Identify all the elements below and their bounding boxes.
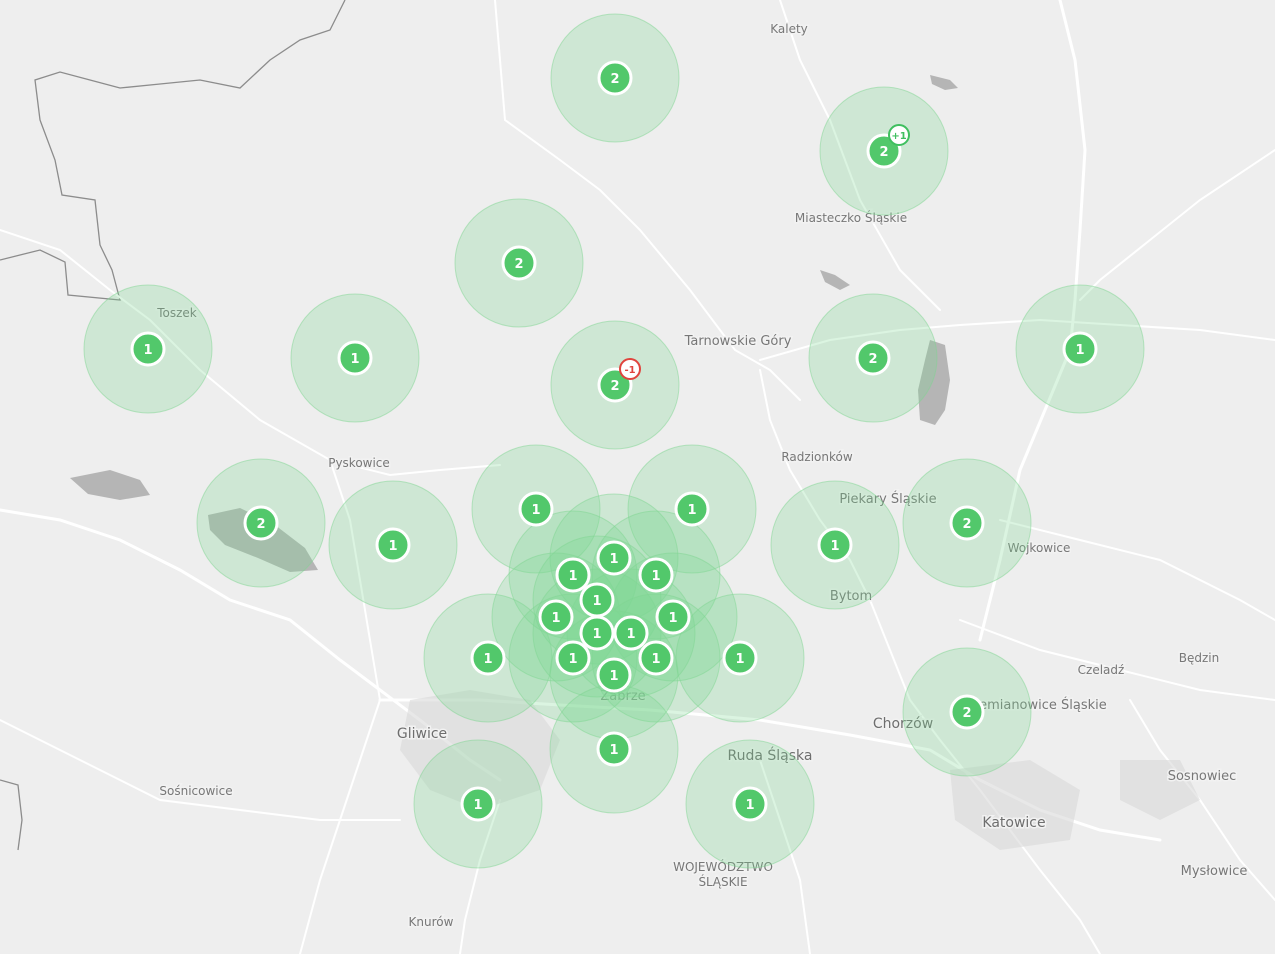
cluster-count: 1 bbox=[531, 503, 540, 518]
cluster-count: 2 bbox=[962, 517, 971, 532]
cluster-count: 1 bbox=[609, 552, 618, 567]
cluster-marker-c25[interactable]: 1 bbox=[638, 640, 674, 676]
place-label-wojewodztwo-2: ŚLĄSKIE bbox=[698, 874, 747, 889]
cluster-count: 1 bbox=[143, 343, 152, 358]
cluster-marker-c27[interactable]: 1 bbox=[596, 657, 632, 693]
place-label-knurow: Knurów bbox=[409, 915, 454, 929]
place-label-kalety: Kalety bbox=[770, 22, 808, 36]
cluster-marker-c08[interactable]: 1 bbox=[1062, 331, 1098, 367]
cluster-count: 1 bbox=[1075, 343, 1084, 358]
cluster-marker-c28[interactable]: 2 bbox=[949, 694, 985, 730]
cluster-count: 1 bbox=[830, 539, 839, 554]
cluster-count: 1 bbox=[568, 569, 577, 584]
cluster-marker-c20[interactable]: 1 bbox=[655, 599, 691, 635]
cluster-count: 1 bbox=[651, 569, 660, 584]
cluster-count: 2 bbox=[868, 352, 877, 367]
cluster-marker-c31[interactable]: 1 bbox=[732, 786, 768, 822]
cluster-marker-c26[interactable]: 1 bbox=[722, 640, 758, 676]
cluster-count: 1 bbox=[735, 652, 744, 667]
cluster-marker-c07[interactable]: 2 bbox=[855, 340, 891, 376]
cluster-marker-c22[interactable]: 1 bbox=[613, 615, 649, 651]
cluster-marker-c03[interactable]: 2 bbox=[501, 245, 537, 281]
cluster-count: 1 bbox=[626, 627, 635, 642]
cluster-count: 1 bbox=[592, 627, 601, 642]
place-label-myslowice: Mysłowice bbox=[1181, 864, 1248, 879]
cluster-marker-c16[interactable]: 1 bbox=[555, 557, 591, 593]
cluster-marker-c01[interactable]: 2 bbox=[597, 60, 633, 96]
cluster-count: 1 bbox=[687, 503, 696, 518]
cluster-change-badge-text: -1 bbox=[624, 365, 635, 376]
cluster-count: 1 bbox=[668, 611, 677, 626]
cluster-count: 2 bbox=[610, 72, 619, 87]
cluster-count: 1 bbox=[592, 594, 601, 609]
place-label-bedzin: Będzin bbox=[1179, 651, 1219, 665]
cluster-count: 2 bbox=[610, 379, 619, 394]
place-label-pyskowice: Pyskowice bbox=[328, 456, 390, 470]
place-label-gliwice: Gliwice bbox=[397, 726, 447, 742]
cluster-marker-c10[interactable]: 1 bbox=[375, 527, 411, 563]
cluster-marker-c21[interactable]: 1 bbox=[579, 615, 615, 651]
cluster-marker-c18[interactable]: 1 bbox=[579, 582, 615, 618]
cluster-marker-c15[interactable]: 1 bbox=[817, 527, 853, 563]
cluster-count: 1 bbox=[568, 652, 577, 667]
cluster-count: 2 bbox=[962, 706, 971, 721]
cluster-count: 2 bbox=[879, 145, 888, 160]
cluster-count: 1 bbox=[551, 611, 560, 626]
cluster-count: 1 bbox=[350, 352, 359, 367]
cluster-marker-c12[interactable]: 1 bbox=[674, 491, 710, 527]
map[interactable]: KaletyMiasteczko ŚląskieToszekTarnowskie… bbox=[0, 0, 1275, 954]
place-label-czeladz: Czeladź bbox=[1078, 663, 1125, 677]
cluster-count: 2 bbox=[514, 257, 523, 272]
place-label-tarnowskie-gory: Tarnowskie Góry bbox=[684, 334, 792, 349]
cluster-marker-c29[interactable]: 1 bbox=[596, 731, 632, 767]
cluster-count: 1 bbox=[609, 743, 618, 758]
cluster-marker-c09[interactable]: 2 bbox=[243, 505, 279, 541]
place-label-sosnicowice: Sośnicowice bbox=[159, 784, 232, 798]
cluster-count: 1 bbox=[473, 798, 482, 813]
cluster-count: 1 bbox=[745, 798, 754, 813]
cluster-marker-c04[interactable]: 1 bbox=[130, 331, 166, 367]
cluster-marker-c30[interactable]: 1 bbox=[460, 786, 496, 822]
cluster-count: 1 bbox=[388, 539, 397, 554]
cluster-count: 1 bbox=[609, 669, 618, 684]
cluster-marker-c11[interactable]: 1 bbox=[518, 491, 554, 527]
cluster-marker-c13[interactable]: 1 bbox=[596, 540, 632, 576]
cluster-count: 1 bbox=[483, 652, 492, 667]
cluster-count: 2 bbox=[256, 517, 265, 532]
cluster-marker-c23[interactable]: 1 bbox=[470, 640, 506, 676]
place-label-radzionkow: Radzionków bbox=[781, 450, 852, 464]
cluster-marker-c19[interactable]: 1 bbox=[538, 599, 574, 635]
cluster-count: 1 bbox=[651, 652, 660, 667]
cluster-marker-c14[interactable]: 2 bbox=[949, 505, 985, 541]
place-label-katowice: Katowice bbox=[982, 815, 1045, 831]
cluster-change-badge-text: +1 bbox=[891, 131, 906, 142]
cluster-marker-c17[interactable]: 1 bbox=[638, 557, 674, 593]
cluster-marker-c05[interactable]: 1 bbox=[337, 340, 373, 376]
place-label-sosnowiec: Sosnowiec bbox=[1168, 769, 1237, 784]
cluster-marker-c24[interactable]: 1 bbox=[555, 640, 591, 676]
